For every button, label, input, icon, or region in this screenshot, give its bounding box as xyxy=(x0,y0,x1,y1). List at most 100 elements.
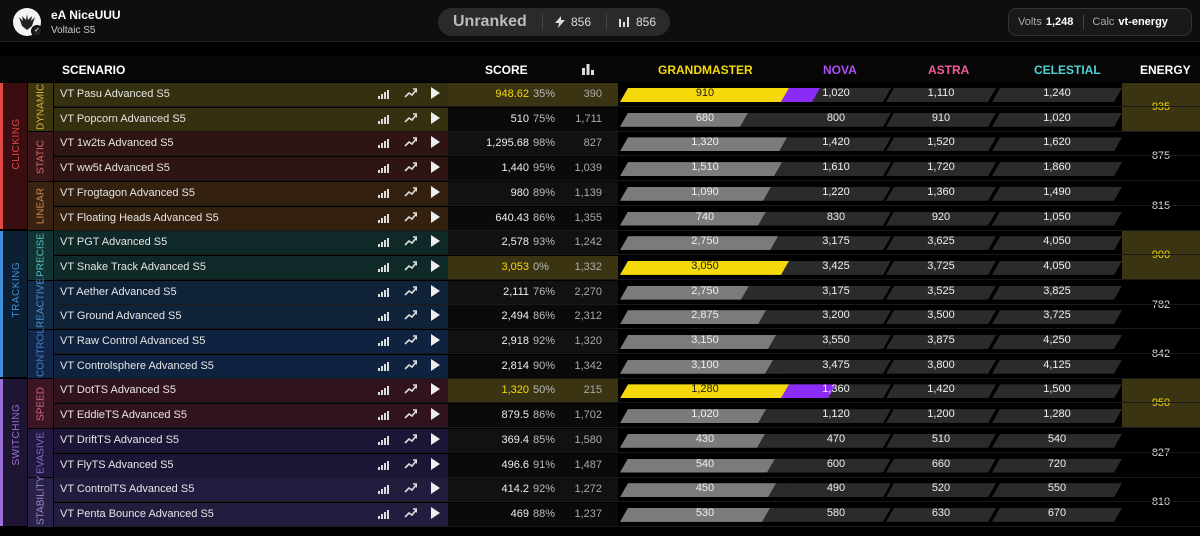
signal-bars-icon[interactable] xyxy=(378,186,392,200)
trend-chart-icon[interactable] xyxy=(404,507,418,521)
play-icon[interactable] xyxy=(430,309,444,323)
score-value: 640.43 xyxy=(495,211,529,224)
signal-bars-icon[interactable] xyxy=(378,285,392,299)
scenario-name[interactable]: VT DriftTS Advanced S5 xyxy=(60,434,179,446)
trend-chart-icon[interactable] xyxy=(404,87,418,101)
signal-bars-icon[interactable] xyxy=(378,211,392,225)
play-icon[interactable] xyxy=(430,284,444,299)
signal-bars-icon[interactable] xyxy=(378,161,392,175)
trend-chart-icon[interactable] xyxy=(404,186,418,200)
table-row[interactable]: VT Snake Track Advanced S5 3,053 0% 1,332 3,… xyxy=(54,255,1200,280)
scenario-name[interactable]: VT Raw Control Advanced S5 xyxy=(60,335,205,347)
table-row[interactable]: VT Frogtagon Advanced S5 980 89% 1,139 1,090… xyxy=(54,181,1200,206)
table-row[interactable]: VT Raw Control Advanced S5 2,918 92% 1,320 3… xyxy=(54,330,1200,354)
trend-chart-icon[interactable] xyxy=(404,482,418,496)
scenario-name[interactable]: VT PGT Advanced S5 xyxy=(60,236,167,248)
benchmark-name: Voltaic S5 xyxy=(51,25,96,36)
trend-chart-icon[interactable] xyxy=(404,112,418,126)
scenario-name[interactable]: VT Popcorn Advanced S5 xyxy=(60,113,186,125)
play-icon[interactable] xyxy=(430,111,444,126)
table-row[interactable]: VT ControlTS Advanced S5 414.2 92% 1,272 450… xyxy=(54,478,1200,503)
play-icon[interactable] xyxy=(430,210,444,225)
table-row[interactable]: VT DriftTS Advanced S5 369.4 85% 1,580 430 47… xyxy=(54,428,1200,453)
signal-bars-icon[interactable] xyxy=(378,507,392,521)
trend-chart-icon[interactable] xyxy=(404,285,418,299)
play-icon[interactable] xyxy=(430,432,444,447)
play-icon[interactable] xyxy=(430,482,444,496)
scenario-name[interactable]: VT 1w2ts Advanced S5 xyxy=(60,137,174,149)
table-row[interactable]: VT Popcorn Advanced S5 510 75% 1,711 680 800 9… xyxy=(54,107,1200,132)
scenario-header[interactable]: SCENARIO xyxy=(62,63,125,77)
play-icon[interactable] xyxy=(430,408,444,422)
scenario-name[interactable]: VT Ground Advanced S5 xyxy=(60,310,182,322)
scenario-name[interactable]: VT FlyTS Advanced S5 xyxy=(60,459,174,471)
trend-chart-icon[interactable] xyxy=(404,383,418,397)
scenario-name[interactable]: VT Snake Track Advanced S5 xyxy=(60,261,206,273)
play-icon[interactable] xyxy=(430,185,444,200)
signal-bars-icon[interactable] xyxy=(378,112,392,126)
trend-chart-icon[interactable] xyxy=(404,136,418,150)
signal-bars-icon[interactable] xyxy=(378,359,392,373)
scenario-name[interactable]: VT Controlsphere Advanced S5 xyxy=(60,360,214,372)
scenario-name[interactable]: VT ww5t Advanced S5 xyxy=(60,162,170,174)
table-row[interactable]: VT Ground Advanced S5 2,494 86% 2,312 2,875 3… xyxy=(54,305,1200,330)
scenario-name[interactable]: VT ControlTS Advanced S5 xyxy=(60,483,194,495)
play-icon[interactable] xyxy=(430,506,444,521)
calc-value[interactable]: vt-energy xyxy=(1118,16,1168,28)
play-icon[interactable] xyxy=(430,259,444,274)
signal-bars-icon[interactable] xyxy=(378,235,392,249)
scenario-name[interactable]: VT DotTS Advanced S5 xyxy=(60,384,176,396)
table-row[interactable]: VT ww5t Advanced S5 1,440 95% 1,039 1,510 1,6… xyxy=(54,157,1200,182)
table-row[interactable]: VT Penta Bounce Advanced S5 469 88% 1,237 53… xyxy=(54,502,1200,527)
rank-threshold-gm: 1,510 xyxy=(691,161,719,174)
table-row[interactable]: VT EddieTS Advanced S5 879.5 86% 1,702 1,020… xyxy=(54,404,1200,429)
table-row[interactable]: VT FlyTS Advanced S5 496.6 91% 1,487 540 600 6… xyxy=(54,453,1200,478)
trend-chart-icon[interactable] xyxy=(404,458,418,472)
signal-bars-icon[interactable] xyxy=(378,334,392,348)
table-row[interactable]: VT DotTS Advanced S5 1,320 50% 215 1,280 1,36… xyxy=(54,379,1200,404)
trend-chart-icon[interactable] xyxy=(404,235,418,249)
signal-bars-icon[interactable] xyxy=(378,383,392,397)
table-row[interactable]: VT PGT Advanced S5 2,578 93% 1,242 2,750 3,17… xyxy=(54,231,1200,256)
signal-bars-icon[interactable] xyxy=(378,408,392,422)
trend-chart-icon[interactable] xyxy=(404,309,418,323)
table-row[interactable]: VT Controlsphere Advanced S5 2,814 90% 1,34… xyxy=(54,354,1200,379)
trend-chart-icon[interactable] xyxy=(404,211,418,225)
play-icon[interactable] xyxy=(430,358,444,373)
username[interactable]: eA NiceUUU xyxy=(51,8,121,22)
scenario-name[interactable]: VT Floating Heads Advanced S5 xyxy=(60,212,219,224)
score-percent: 93% xyxy=(533,236,556,249)
trend-chart-icon[interactable] xyxy=(404,334,418,348)
signal-bars-icon[interactable] xyxy=(378,87,392,101)
table-row[interactable]: VT Floating Heads Advanced S5 640.43 86% 1,… xyxy=(54,206,1200,231)
plays-header-icon[interactable] xyxy=(582,64,594,78)
scenario-name[interactable]: VT Aether Advanced S5 xyxy=(60,286,177,298)
trend-chart-icon[interactable] xyxy=(404,359,418,373)
play-icon[interactable] xyxy=(430,161,444,175)
signal-bars-icon[interactable] xyxy=(378,458,392,472)
trend-chart-icon[interactable] xyxy=(404,408,418,422)
trend-chart-icon[interactable] xyxy=(404,260,418,274)
play-icon[interactable] xyxy=(430,87,444,101)
trend-chart-icon[interactable] xyxy=(404,161,418,175)
play-icon[interactable] xyxy=(430,334,444,348)
play-icon[interactable] xyxy=(430,235,444,249)
play-icon[interactable] xyxy=(430,383,444,397)
signal-bars-icon[interactable] xyxy=(378,260,392,274)
table-row[interactable]: VT Aether Advanced S5 2,111 76% 2,270 2,750 3… xyxy=(54,280,1200,305)
score-header[interactable]: SCORE xyxy=(485,63,528,77)
signal-bars-icon[interactable] xyxy=(378,482,392,496)
play-icon[interactable] xyxy=(430,136,444,150)
signal-bars-icon[interactable] xyxy=(378,433,392,447)
table-row[interactable]: VT Pasu Advanced S5 948.62 35% 390 910 1,020 1… xyxy=(54,83,1200,107)
signal-bars-icon[interactable] xyxy=(378,136,392,150)
signal-bars-icon[interactable] xyxy=(378,309,392,323)
table-row[interactable]: VT 1w2ts Advanced S5 1,295.68 98% 827 1,320 1… xyxy=(54,132,1200,157)
scenario-name[interactable]: VT Frogtagon Advanced S5 xyxy=(60,187,195,199)
scenario-name[interactable]: VT Penta Bounce Advanced S5 xyxy=(60,508,214,520)
scenario-name[interactable]: VT EddieTS Advanced S5 xyxy=(60,409,187,421)
volts-pill[interactable]: Volts 1,248 Calc vt-energy xyxy=(1008,8,1192,36)
scenario-name[interactable]: VT Pasu Advanced S5 xyxy=(60,88,170,100)
trend-chart-icon[interactable] xyxy=(404,433,418,447)
play-icon[interactable] xyxy=(430,457,444,472)
